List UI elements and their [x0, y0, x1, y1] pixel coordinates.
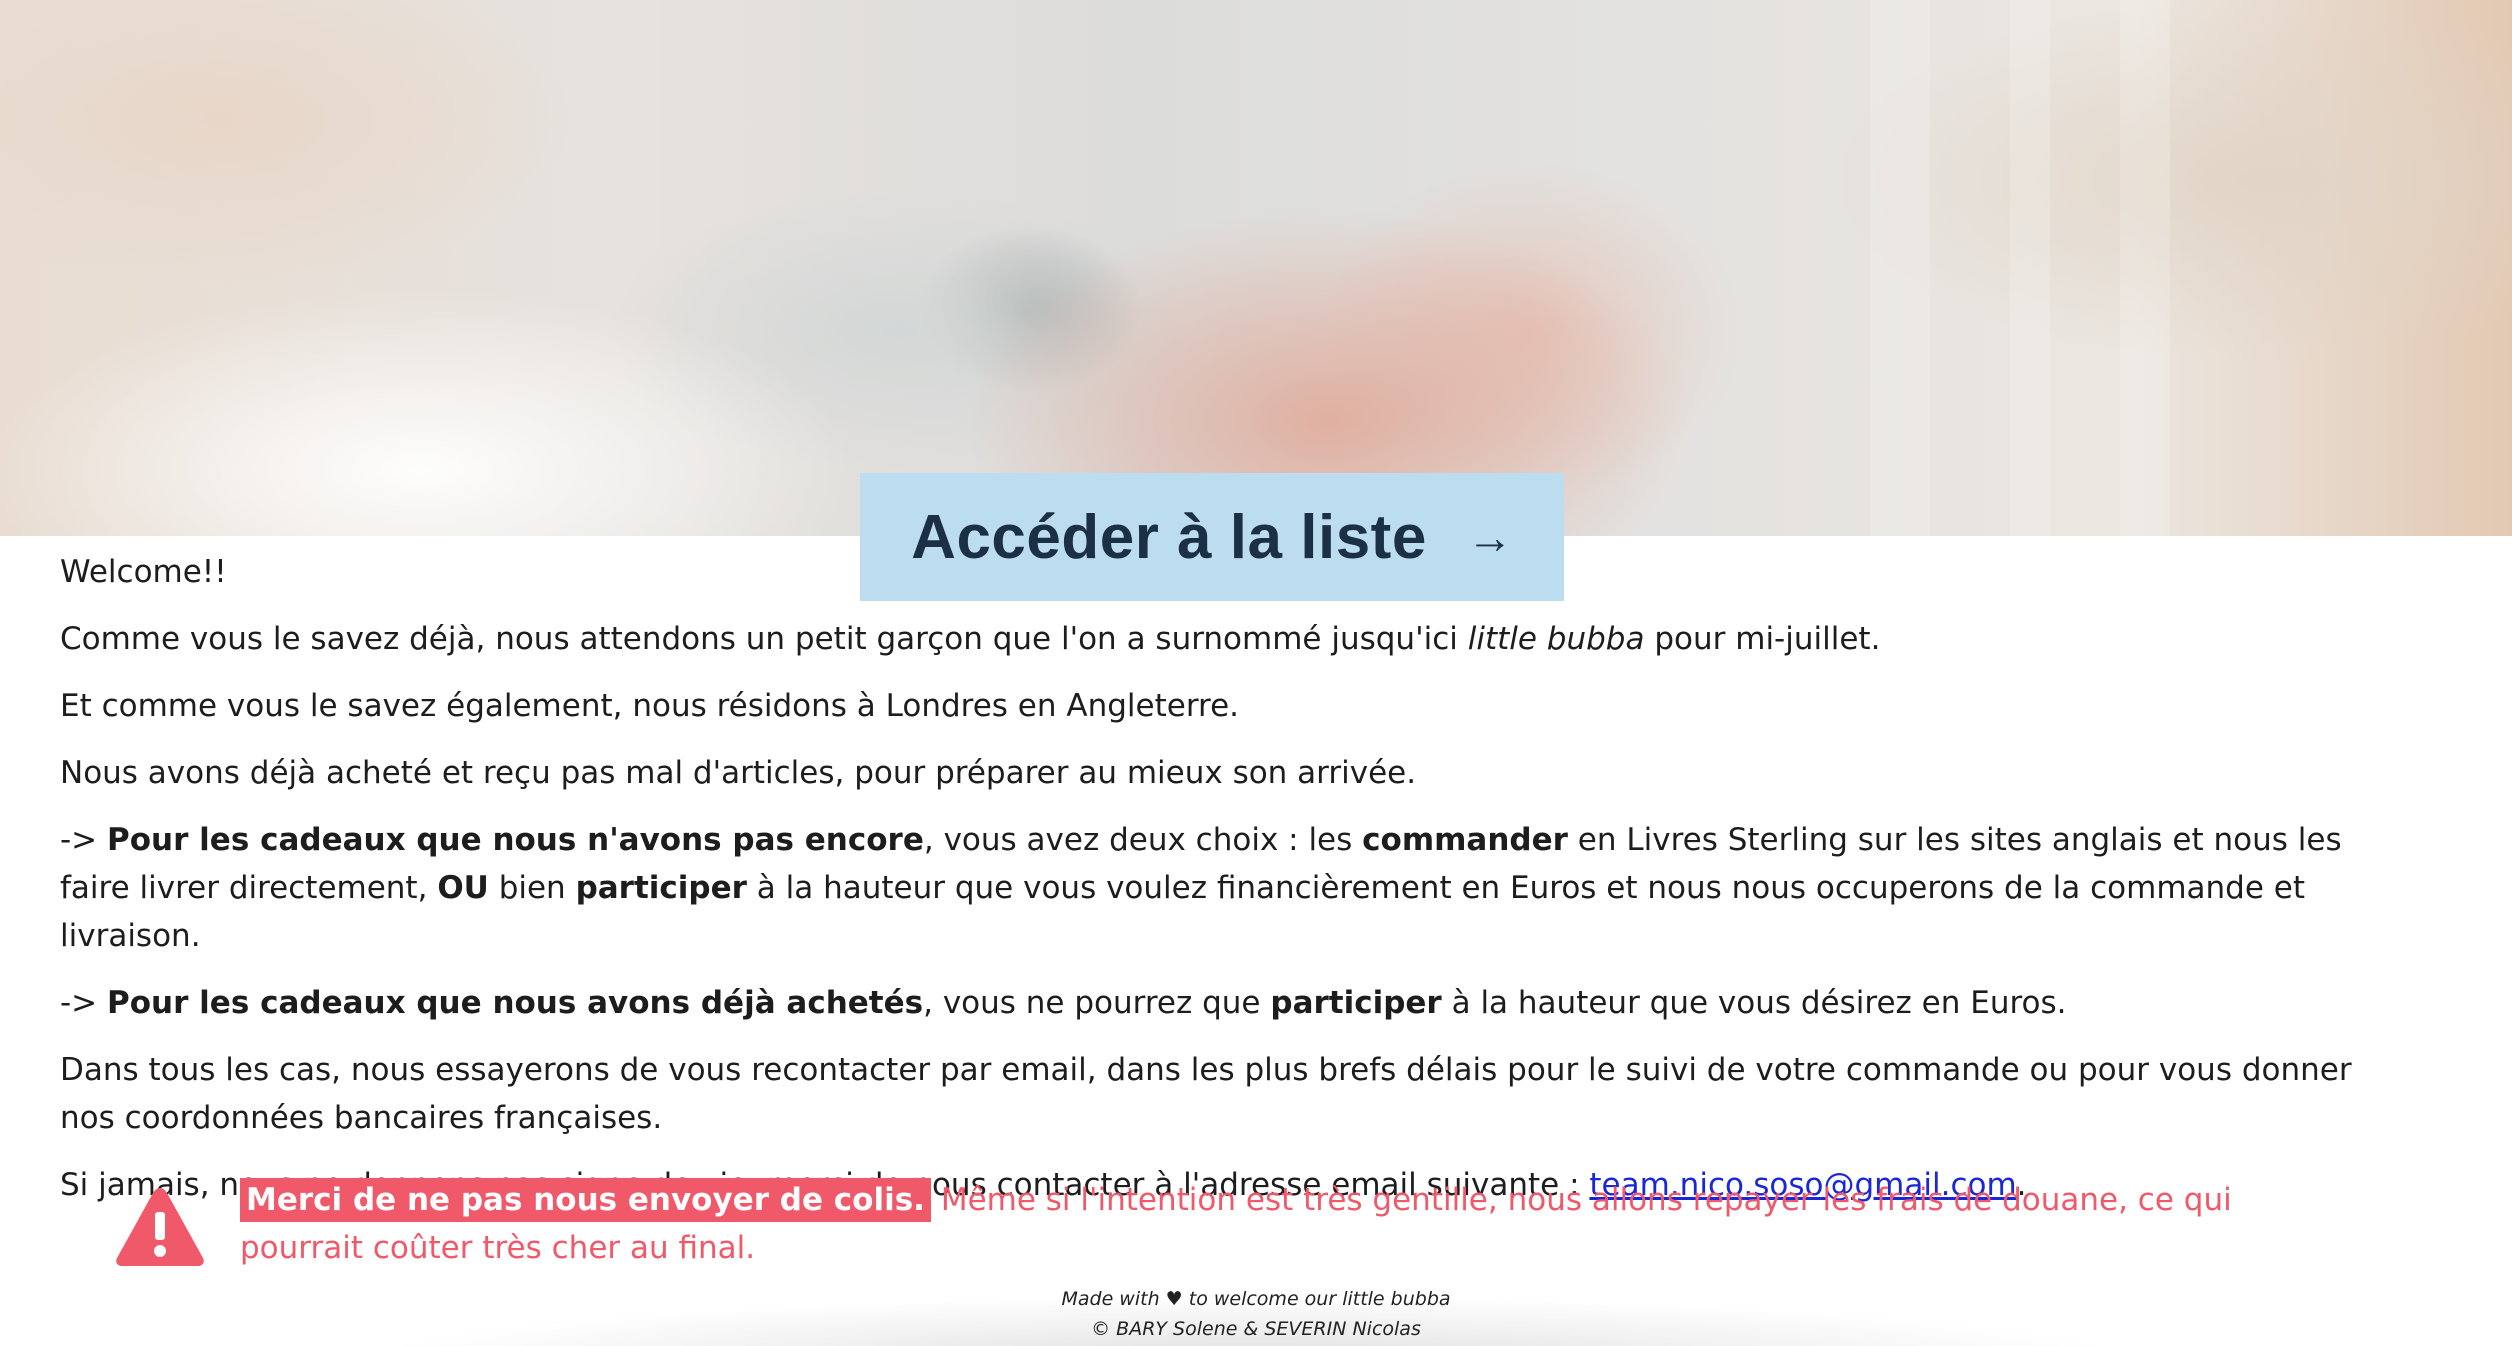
hero-light-stripe	[1870, 0, 1930, 536]
bold-text: OU	[437, 870, 489, 906]
warning-triangle-icon	[116, 1188, 204, 1266]
bold-text: commander	[1362, 822, 1568, 858]
warning-highlight: Merci de ne pas nous envoyer de colis.	[240, 1178, 931, 1222]
arrow-text: ->	[60, 985, 108, 1021]
footer-line-made-with: Made with ♥ to welcome our little bubba	[0, 1284, 2512, 1314]
footer-text: Made with	[1061, 1288, 1166, 1310]
page: Accéder à la liste → Welcome!! Comme vou…	[0, 0, 2512, 1346]
paragraph-intro-text: Comme vous le savez déjà, nous attendons…	[60, 621, 1468, 657]
access-list-button-label: Accéder à la liste	[911, 502, 1427, 572]
footer-copyright: © BARY Solene & SEVERIN Nicolas	[1091, 1318, 1421, 1340]
bold-text: participer	[1270, 985, 1442, 1021]
arrow-right-icon: →	[1466, 511, 1513, 563]
access-list-button[interactable]: Accéder à la liste →	[860, 473, 1564, 601]
bold-text: participer	[575, 870, 747, 906]
paragraph-london: Et comme vous le savez également, nous r…	[60, 688, 1240, 724]
footer-text: to welcome our little bubba	[1182, 1288, 1451, 1310]
bold-text: Pour les cadeaux que nous n'avons pas en…	[107, 822, 924, 858]
arrow-text: ->	[60, 822, 108, 858]
nickname-italic: little bubba	[1467, 621, 1645, 657]
footer: Made with ♥ to welcome our little bubba …	[0, 1284, 2512, 1344]
body-text: bien	[488, 870, 576, 906]
paragraph-intro-text-end: pour mi-juillet.	[1644, 621, 1881, 657]
body-text: , vous ne pourrez que	[923, 985, 1271, 1021]
hero-banner-image	[0, 0, 2512, 536]
main-content: Welcome!! Comme vous le savez déjà, nous…	[60, 548, 2360, 1228]
heart-icon: ♥	[1165, 1288, 1183, 1310]
bold-text: Pour les cadeaux que nous avons déjà ach…	[107, 985, 924, 1021]
paragraph-bought: Nous avons déjà acheté et reçu pas mal d…	[60, 755, 1417, 791]
body-text: , vous avez deux choix : les	[923, 822, 1363, 858]
warning-text: Merci de ne pas nous envoyer de colis. M…	[240, 1176, 2300, 1272]
paragraph-gifts-bought: -> Pour les cadeaux que nous avons déjà …	[60, 979, 2360, 1027]
warning-notice: Merci de ne pas nous envoyer de colis. M…	[114, 1176, 2314, 1272]
paragraph-intro: Comme vous le savez déjà, nous attendons…	[60, 615, 2360, 663]
body-text: à la hauteur que vous désirez en Euros.	[1441, 985, 2067, 1021]
paragraph-contact-email: Dans tous les cas, nous essayerons de vo…	[60, 1052, 2352, 1136]
hero-light-stripe	[2120, 0, 2170, 536]
hero-light-stripe	[2010, 0, 2050, 536]
paragraph-gifts-not-bought: -> Pour les cadeaux que nous n'avons pas…	[60, 816, 2360, 960]
